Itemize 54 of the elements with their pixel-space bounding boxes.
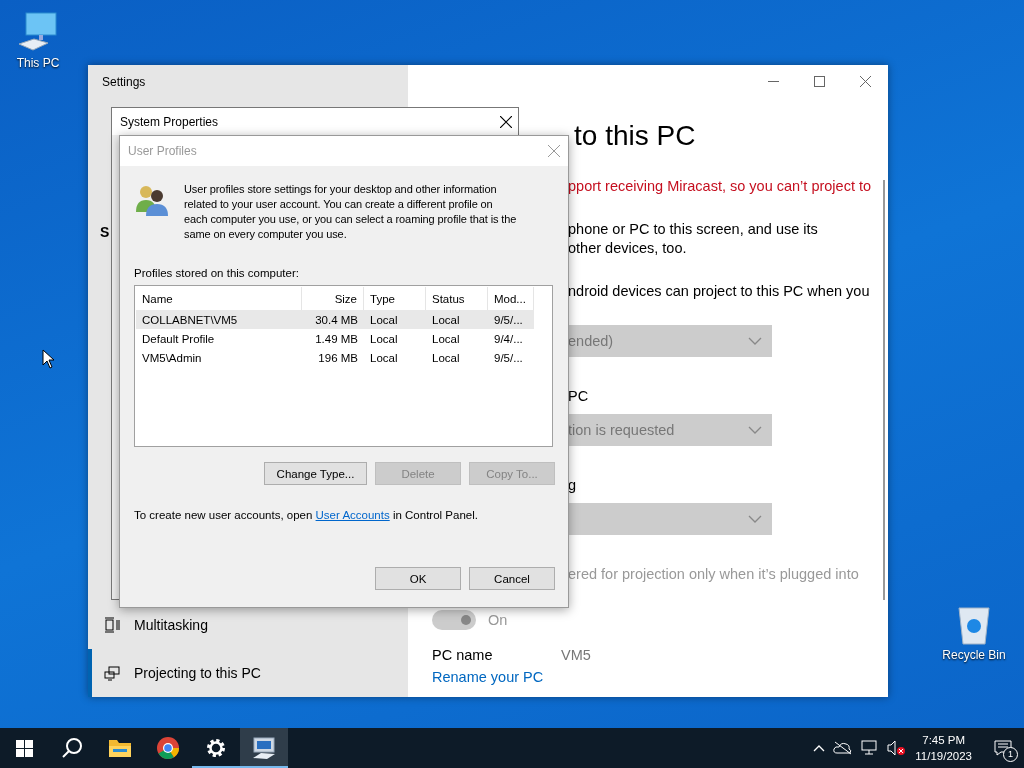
browser-logo-icon — [156, 736, 180, 760]
multitasking-icon — [104, 617, 120, 633]
desktop-icon-label[interactable]: Recycle Bin — [942, 648, 1006, 662]
profile-row[interactable]: Default Profile 1.49 MB Local Local 9/4/... — [136, 329, 534, 348]
chevron-down-icon — [748, 515, 762, 523]
description-text: phone or PC to this screen, and use its other devices, too. — [568, 220, 819, 258]
page-heading: to this PC — [574, 119, 697, 153]
clock-date[interactable]: 11/19/2023 — [915, 748, 972, 764]
profile-row[interactable]: VM5\Admin 196 MB Local Local 9/5/... — [136, 348, 534, 367]
dialog-button[interactable]: Cancel — [469, 567, 555, 590]
chevron-down-icon — [748, 337, 762, 345]
desktop-icon-label[interactable]: This PC — [16, 56, 60, 70]
setting-label: g — [568, 476, 578, 495]
list-label: Profiles stored on this computer: — [134, 267, 299, 279]
notification-count: 1 — [1003, 747, 1018, 762]
close-icon[interactable] — [500, 115, 512, 128]
sidebar-heading: S — [100, 224, 110, 240]
folder-icon — [108, 738, 132, 758]
profile-row[interactable]: COLLABNET\VM5 30.4 MB Local Local 9/5/... — [136, 310, 534, 329]
toggle-label: On — [488, 612, 508, 628]
computer-monitor-icon — [251, 736, 277, 760]
footer-text: To create new user accounts, open User Accounts in Control Panel. — [134, 509, 478, 521]
search-icon — [61, 737, 83, 759]
sidebar-item[interactable]: Projecting to this PC — [88, 649, 408, 697]
description-text: ndroid devices can project to this PC when you — [568, 282, 871, 301]
minimize-icon[interactable] — [767, 80, 779, 82]
cloud-off-icon[interactable] — [833, 741, 854, 755]
dialog-button[interactable]: Change Type... — [264, 462, 367, 485]
description-text: User profiles store settings for your desktop and other information related to your user account. You can create a different profile on each computer you use, or you can select a roaming profile that is the same on every computer you use. — [184, 182, 517, 242]
clock-time[interactable]: 7:45 PM — [922, 732, 966, 748]
projector-screen-icon — [104, 665, 120, 681]
message-icon — [994, 740, 1012, 756]
description-text: ered for projection only when it’s plugged into — [568, 565, 860, 584]
dialog-button[interactable]: OK — [375, 567, 461, 590]
windows-logo-icon — [15, 739, 33, 757]
maximize-icon[interactable] — [813, 75, 825, 87]
window-title: System Properties — [120, 114, 219, 129]
volume-muted-icon[interactable] — [887, 740, 906, 756]
dialog-title: User Profiles — [128, 144, 197, 158]
notifications-button[interactable]: 1 — [988, 733, 1018, 763]
gear-icon — [205, 737, 227, 759]
setting-label: PC — [568, 387, 590, 406]
rename-link[interactable]: Rename your PC — [432, 669, 544, 685]
sidebar-item[interactable]: Multitasking — [88, 601, 408, 649]
cursor-icon — [42, 349, 55, 369]
chevron-down-icon — [748, 426, 762, 434]
warning-text: pport receiving Miracast, so you can’t project to — [568, 177, 873, 196]
scrollbar[interactable] — [883, 180, 885, 600]
taskbar-button[interactable] — [240, 728, 288, 768]
field-value: VM5 — [561, 647, 591, 663]
user-accounts-link[interactable]: User Accounts — [315, 509, 390, 521]
window-title: Settings — [101, 74, 147, 91]
field-label: PC name — [432, 647, 494, 663]
chevron-up-icon[interactable] — [813, 744, 826, 752]
